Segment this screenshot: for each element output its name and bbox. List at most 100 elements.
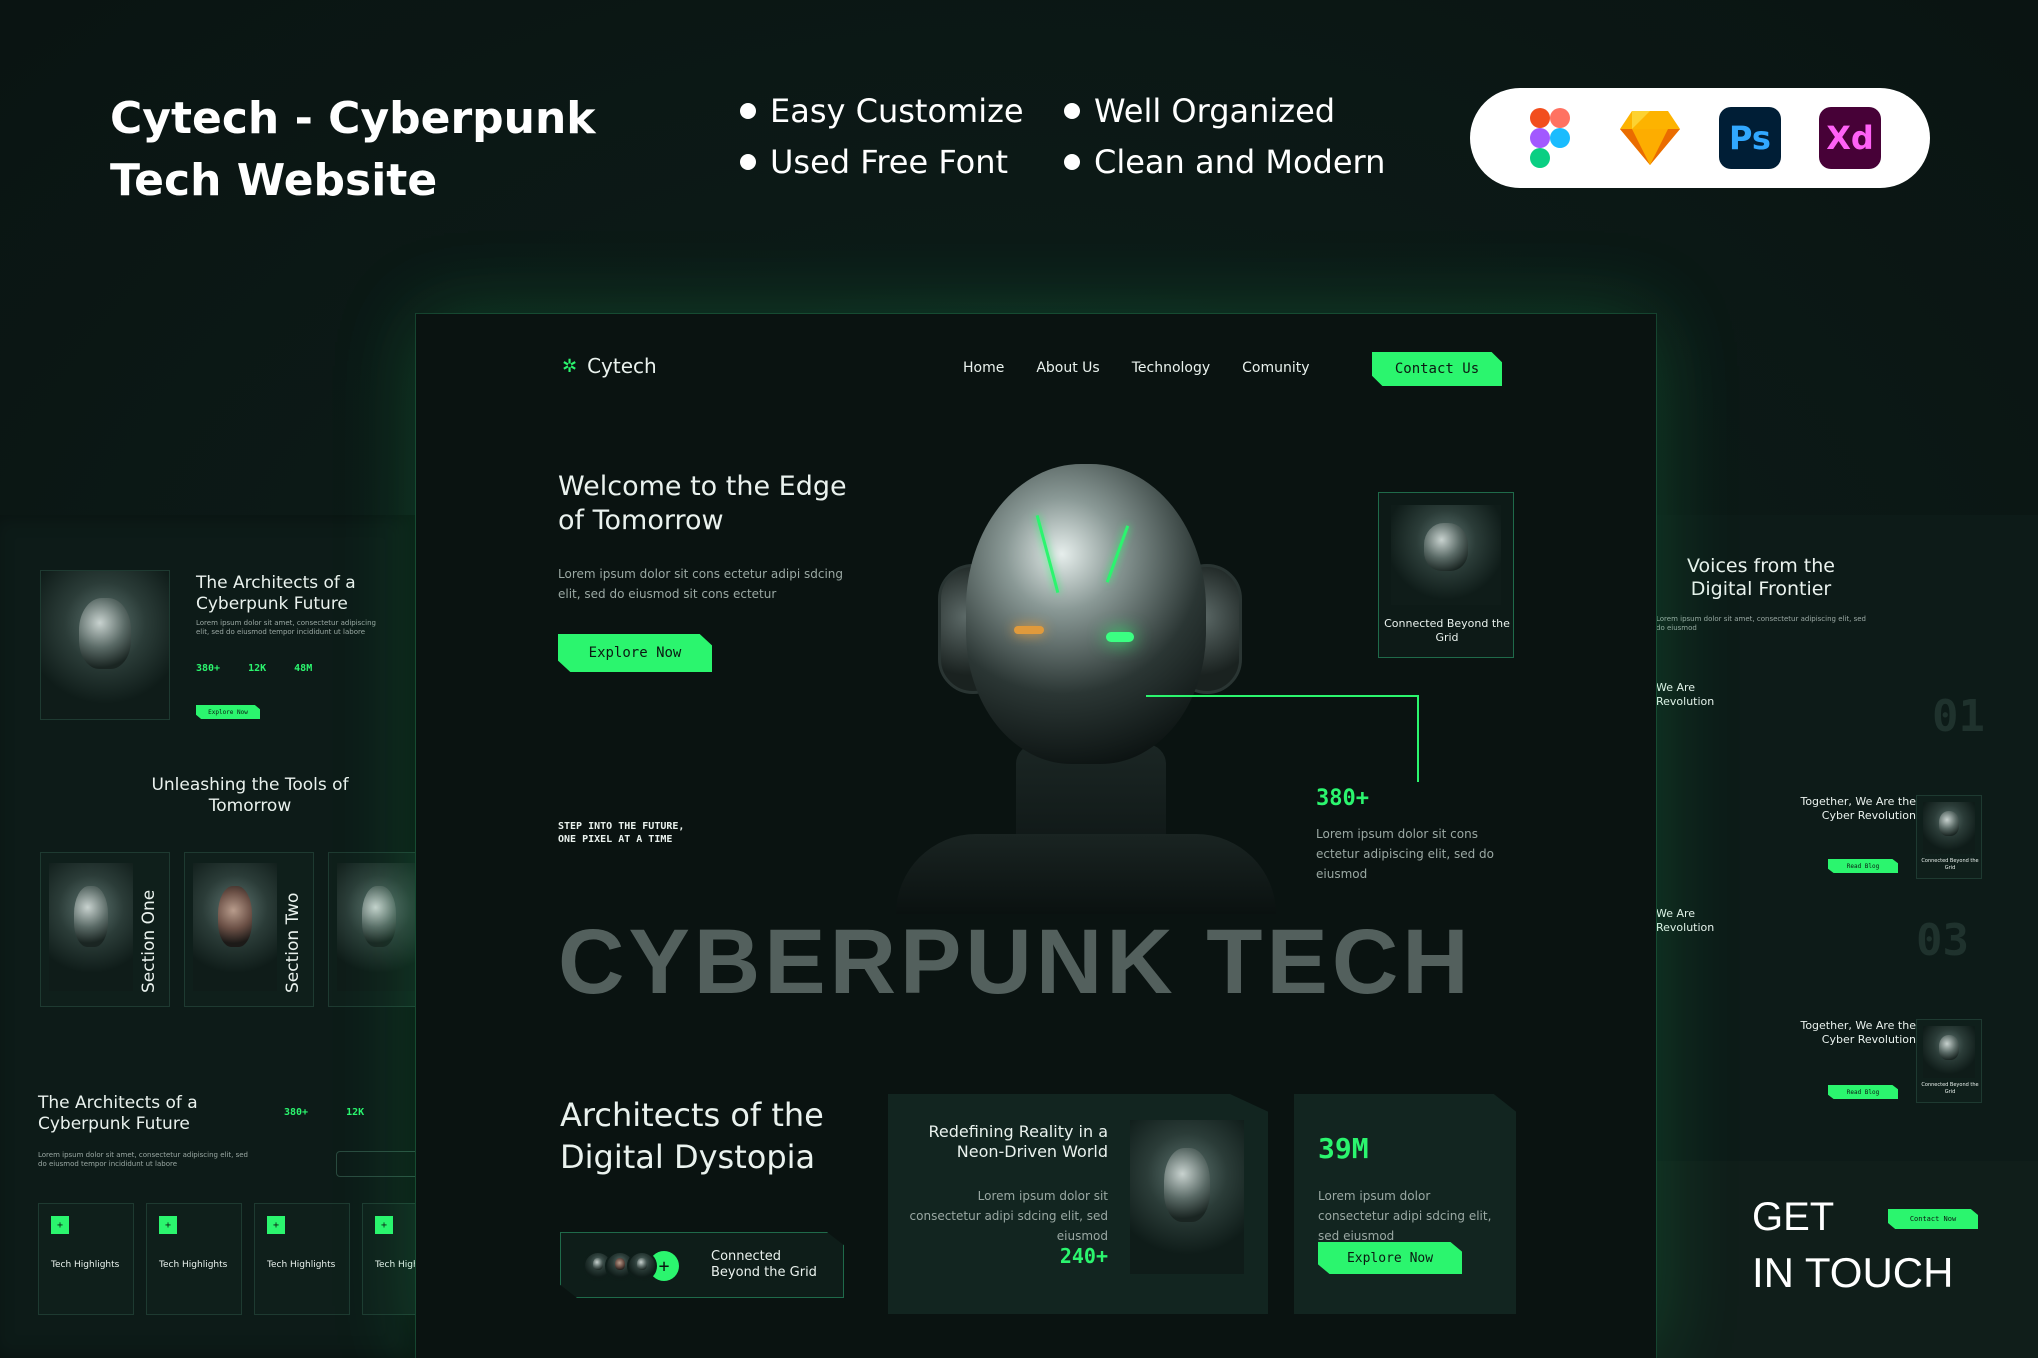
avatar-card: Connected Beyond the Grid xyxy=(1916,795,1982,879)
main-preview: ✲ Cytech Home About Us Technology Comuni… xyxy=(416,314,1656,1358)
info-card: Redefining Reality in a Neon-Driven Worl… xyxy=(888,1094,1268,1314)
feature-item: Well Organized xyxy=(1064,92,1335,130)
section-label: Section One xyxy=(139,889,159,993)
stat-text: Lorem ipsum dolor sit cons ectetur adipi… xyxy=(1316,827,1495,881)
connected-card[interactable]: Connected Beyond the Grid xyxy=(1378,492,1514,658)
portrait-image xyxy=(193,863,277,991)
section-title: The Architects of a Cyberpunk Future xyxy=(196,573,356,614)
left-preview-panel: The Architects of a Cyberpunk Future Lor… xyxy=(0,515,416,1358)
avatar-badge xyxy=(336,1151,416,1177)
stats-row: 380+ 12K 48M xyxy=(196,663,313,674)
plus-icon: + xyxy=(267,1216,285,1234)
hero-big-text: CYBERPUNK TECH xyxy=(558,911,1473,1013)
lorem-text: Lorem ipsum dolor sit amet, consectetur … xyxy=(196,619,376,636)
stats-row: 380+ 12K xyxy=(284,1107,365,1118)
highlight-card[interactable]: + Tech High xyxy=(362,1203,416,1315)
portrait-image xyxy=(40,570,170,720)
testimonial-title: Together, We Are the Cyber Revolution xyxy=(1800,795,1916,822)
contact-us-button[interactable]: Contact Us xyxy=(1372,352,1502,386)
card-text: Lorem ipsum dolor consectetur adipi sdci… xyxy=(1318,1189,1492,1243)
feature-item: Used Free Font xyxy=(740,143,1008,181)
portrait-image xyxy=(49,863,133,991)
portrait-image xyxy=(337,863,416,991)
read-blog-button[interactable]: Read Blog xyxy=(1828,859,1898,873)
connected-label: Connected Beyond the Grid xyxy=(1921,858,1979,871)
highlight-label: Tech Highlights xyxy=(159,1260,228,1270)
feature-item: Clean and Modern xyxy=(1064,143,1385,181)
highlight-card[interactable]: + Tech Highlights xyxy=(146,1203,242,1315)
stat-value: 380+ xyxy=(1316,786,1369,811)
read-blog-button[interactable]: Read Blog xyxy=(1828,1085,1898,1099)
testimonial-title: Together, We Are the Cyber Revolution xyxy=(1800,1019,1916,1046)
right-preview-panel: Voices from the Digital Frontier Lorem i… xyxy=(1656,515,2038,1358)
highlight-card[interactable]: + Tech Highlights xyxy=(38,1203,134,1315)
plus-icon: + xyxy=(375,1216,393,1234)
logo[interactable]: ✲ Cytech xyxy=(562,354,657,378)
bullet-icon xyxy=(1064,103,1080,119)
page-title: Cytech - Cyberpunk Tech Website xyxy=(110,93,596,206)
highlight-label: Tech Highlights xyxy=(267,1260,336,1270)
hero-robot-image xyxy=(896,454,1276,914)
avatar xyxy=(627,1251,657,1281)
connected-label: Connected Beyond the Grid xyxy=(1921,1082,1979,1095)
card-title: Redefining Reality in a Neon-Driven Worl… xyxy=(928,1122,1108,1161)
connector-line xyxy=(1146,695,1419,782)
nav-item-community[interactable]: Comunity xyxy=(1242,360,1309,376)
section-title: The Architects of a Cyberpunk Future xyxy=(38,1093,198,1134)
photoshop-icon: Ps xyxy=(1719,107,1781,169)
card-value: 240+ xyxy=(1059,1244,1108,1268)
figma-icon xyxy=(1519,107,1581,169)
lorem-text: Lorem ipsum dolor sit amet, consectetur … xyxy=(38,1151,248,1168)
portrait-image xyxy=(1391,505,1501,605)
get-label: GET xyxy=(1752,1195,1835,1239)
testimonial-title: We Are Revolution xyxy=(1656,681,1715,708)
nav-item-technology[interactable]: Technology xyxy=(1132,360,1210,376)
bullet-icon xyxy=(740,154,756,170)
section-card[interactable] xyxy=(328,852,416,1007)
section-title: Voices from the Digital Frontier xyxy=(1687,555,1835,600)
info-card: 39M Lorem ipsum dolor consectetur adipi … xyxy=(1294,1094,1516,1314)
xd-icon: Xd xyxy=(1819,107,1881,169)
bullet-icon xyxy=(1064,154,1080,170)
feature-item: Easy Customize xyxy=(740,92,1024,130)
card-value: 39M xyxy=(1318,1132,1369,1165)
badge-label: Connected Beyond the Grid xyxy=(711,1249,817,1280)
nav-item-about[interactable]: About Us xyxy=(1036,360,1099,376)
section-card[interactable]: Section One xyxy=(40,852,170,1007)
section-label: Section Two xyxy=(283,892,303,993)
explore-button[interactable]: Explore Now xyxy=(196,705,260,719)
hero-tagline: STEP INTO THE FUTURE, ONE PIXEL AT A TIM… xyxy=(558,821,685,845)
sketch-icon xyxy=(1619,107,1681,169)
lorem-text: Lorem ipsum dolor sit amet, consectetur … xyxy=(1656,615,1866,632)
section-title: Unleashing the Tools of Tomorrow xyxy=(151,775,349,816)
explore-now-button[interactable]: Explore Now xyxy=(558,634,712,672)
index-number: 03 xyxy=(1916,915,1969,966)
in-touch-label: IN TOUCH xyxy=(1752,1249,1954,1296)
portrait-image xyxy=(1923,1026,1975,1078)
highlight-label: Tech Highlights xyxy=(51,1260,120,1270)
main-nav: Home About Us Technology Comunity xyxy=(963,360,1310,376)
logo-icon: ✲ xyxy=(562,355,578,377)
tools-pill: Ps Xd xyxy=(1470,88,1930,188)
highlight-card[interactable]: + Tech Highlights xyxy=(254,1203,350,1315)
connected-label: Connected Beyond the Grid xyxy=(1384,617,1510,644)
explore-now-button[interactable]: Explore Now xyxy=(1318,1242,1462,1274)
hero-text: Lorem ipsum dolor sit cons ectetur adipi… xyxy=(558,567,844,601)
hero-title: Welcome to the Edge of Tomorrow xyxy=(558,471,847,536)
portrait-image xyxy=(1130,1120,1244,1274)
about-title: Architects of the Digital Dystopia xyxy=(560,1096,824,1176)
avatar-group: + xyxy=(583,1251,679,1281)
avatar-card: Connected Beyond the Grid xyxy=(1916,1019,1982,1103)
portrait-image xyxy=(1923,802,1975,854)
robot-eye-glow xyxy=(1106,632,1134,642)
connected-badge[interactable]: + Connected Beyond the Grid xyxy=(560,1232,844,1298)
contact-now-button[interactable]: Contact Now xyxy=(1888,1209,1978,1229)
index-number: 01 xyxy=(1932,691,1985,742)
bullet-icon xyxy=(740,103,756,119)
highlight-label: Tech High xyxy=(375,1260,416,1270)
nav-item-home[interactable]: Home xyxy=(963,360,1004,376)
plus-icon: + xyxy=(51,1216,69,1234)
section-card[interactable]: Section Two xyxy=(184,852,314,1007)
testimonial-title: We Are Revolution xyxy=(1656,907,1715,934)
card-text: Lorem ipsum dolor sit consectetur adipi … xyxy=(909,1189,1108,1243)
